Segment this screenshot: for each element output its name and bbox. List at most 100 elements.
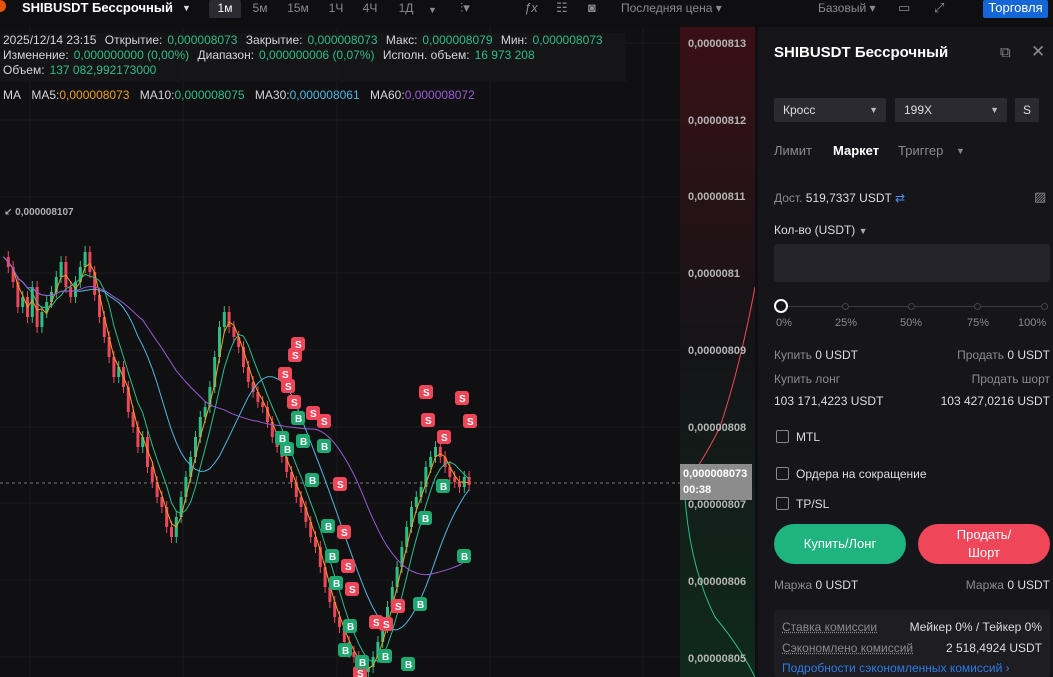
buy-long-button[interactable]: Купить/Лонг (774, 524, 906, 564)
tab-timeframe-15m[interactable]: 15м (283, 0, 313, 18)
sell-marker-letter: S (285, 382, 292, 393)
qty-input[interactable] (774, 244, 1050, 282)
buy-marker-letter: B (405, 660, 412, 671)
slider-stop[interactable] (1041, 303, 1048, 310)
slider-pct: 50% (900, 317, 923, 329)
legend-range-label: Диапазон: (197, 48, 255, 62)
buy-marker-letter: B (295, 414, 302, 425)
legend-change-label: Изменение: (3, 48, 69, 62)
ma5-label: MA5:0,000008073 (31, 88, 130, 102)
chevron-down-icon[interactable]: ▼ (182, 3, 191, 13)
candle-body (59, 262, 63, 277)
buy-long-label: Купить лонг (774, 372, 841, 386)
fullscreen-icon[interactable]: ⤢ (934, 1, 944, 15)
candlestick-chart[interactable]: SSSSSSSSSSSSS SSSSSSSBBBB BBBBBBBBBBBBBB (0, 27, 755, 677)
camera-icon[interactable]: ◙ (588, 1, 596, 15)
legend-close-label: Закрытие: (245, 33, 303, 47)
candle-body (64, 262, 68, 287)
sell-short-button[interactable]: Продать/Шорт (918, 524, 1050, 564)
trade-button[interactable]: Торговля (983, 0, 1048, 18)
buy-marker-letter: B (382, 652, 389, 663)
layout-grid-icon[interactable]: ☷ (556, 1, 568, 15)
sell-amount: Продать 0 USDT (957, 348, 1050, 362)
calculator-icon[interactable]: ▨ (1034, 189, 1046, 205)
current-price-label: 0,000008073 00:38 (680, 464, 752, 500)
sell-marker-letter: S (291, 398, 298, 409)
pair-title[interactable]: SHIBUSDT Бессрочный (22, 0, 173, 16)
more-timeframes-icon[interactable]: ▼ (428, 3, 437, 17)
ma30-line (3, 256, 470, 631)
legend-high-label: Макс: (385, 33, 418, 47)
calendar-icon[interactable]: ▭ (898, 1, 910, 15)
view-select[interactable]: Базовый ▾ (818, 0, 876, 16)
mtl-label: MTL (796, 430, 820, 444)
ma-label: MA (3, 88, 21, 102)
tpsl-checkbox[interactable] (776, 497, 789, 510)
buy-marker-letter: B (342, 646, 349, 657)
tab-timeframe-1h[interactable]: 1Ч (323, 0, 349, 18)
buy-long-max: 103 171,4223 USDT (774, 394, 884, 408)
leverage-select[interactable]: 199X ▼ (895, 98, 1007, 122)
saved-fees-label[interactable]: Сэкономлено комиссий (782, 641, 913, 655)
sell-marker-letter: S (349, 585, 356, 596)
tab-limit[interactable]: Лимит (774, 143, 812, 158)
legend-exec: 16 973 208 (474, 48, 535, 62)
s-button[interactable]: S (1015, 98, 1039, 122)
candle-body (453, 477, 457, 482)
y-axis-tick: 0,00000811 (688, 191, 746, 203)
sell-marker-letter: S (441, 433, 448, 444)
slider-handle[interactable] (774, 299, 788, 313)
tab-market[interactable]: Маркет (833, 143, 879, 158)
buy-marker-letter: B (359, 658, 366, 669)
y-axis-tick: 0,00000813 (688, 38, 747, 50)
margin-mode-select[interactable]: Кросс ▼ (774, 98, 886, 122)
buy-marker-letter: B (422, 514, 429, 525)
sell-marker-letter: S (357, 669, 364, 677)
legend-datetime: 2025/12/14 23:15 (3, 33, 97, 47)
slider-stop[interactable] (908, 303, 915, 310)
sell-short-label: Продать шорт (971, 372, 1050, 386)
y-axis-tick: 0,00000812 (688, 115, 747, 127)
buy-marker-letter: B (309, 476, 316, 487)
legend-low-label: Мин: (500, 33, 528, 47)
qty-label[interactable]: Кол-во (USDT) ▼ (774, 223, 868, 237)
slider-stop[interactable] (974, 303, 981, 310)
tab-trigger[interactable]: Триггер (898, 143, 943, 158)
sell-marker-letter: S (292, 351, 299, 362)
legend-exec-label: Исполн. объем: (382, 48, 470, 62)
popout-icon[interactable]: ⧉ (1000, 44, 1011, 61)
sell-marker-letter: S (345, 562, 352, 573)
tab-timeframe-5m[interactable]: 5м (247, 0, 273, 18)
chevron-down-icon: ▼ (858, 226, 868, 236)
buy-marker-letter: B (284, 445, 291, 456)
tab-timeframe-1m[interactable]: 1м (209, 0, 241, 18)
y-axis-tick: 0,0000081 (688, 268, 740, 280)
legend-open-label: Открытие: (104, 33, 163, 47)
candle-type-icon[interactable]: ⫶▾ (460, 1, 470, 15)
saved-fees-link[interactable]: Подробности сэкономленных комиссий › (782, 661, 1010, 675)
mtl-checkbox[interactable] (776, 430, 789, 443)
tab-timeframe-1d[interactable]: 1Д (393, 0, 419, 18)
buy-amount: Купить 0 USDT (774, 348, 858, 362)
chevron-down-icon[interactable]: ▼ (956, 146, 965, 156)
buy-marker-letter: B (329, 552, 336, 563)
fee-rate-value: Мейкер 0% / Тейкер 0% (909, 620, 1042, 634)
candle-body (40, 312, 44, 327)
slider-stop[interactable] (842, 303, 849, 310)
price-chart[interactable]: SSSSSSSSSSSSSSSSSSSSBBBBBBBBBBBBBBBBBB (0, 27, 755, 677)
price-type-select[interactable]: Последняя цена ▾ (621, 0, 722, 16)
fee-rate-label[interactable]: Ставка комиссии (782, 620, 877, 634)
tab-timeframe-4h[interactable]: 4Ч (357, 0, 383, 18)
close-icon[interactable]: ✕ (1031, 42, 1045, 62)
chevron-down-icon: ▼ (869, 105, 878, 115)
buy-marker-letter: B (347, 622, 354, 633)
slider-pct: 25% (835, 317, 858, 329)
reduce-only-checkbox[interactable] (776, 467, 789, 480)
indicators-icon[interactable]: ƒx (524, 1, 538, 15)
candle-body (69, 287, 73, 297)
sell-marker-letter: S (467, 417, 474, 428)
sell-marker-letter: S (459, 394, 466, 405)
slider-pct: 75% (967, 317, 990, 329)
y-axis-tick: 0,00000809 (688, 345, 747, 357)
order-panel: SHIBUSDT Бессрочный ⧉ ✕ Кросс ▼ 199X ▼ S Л… (758, 27, 1053, 677)
